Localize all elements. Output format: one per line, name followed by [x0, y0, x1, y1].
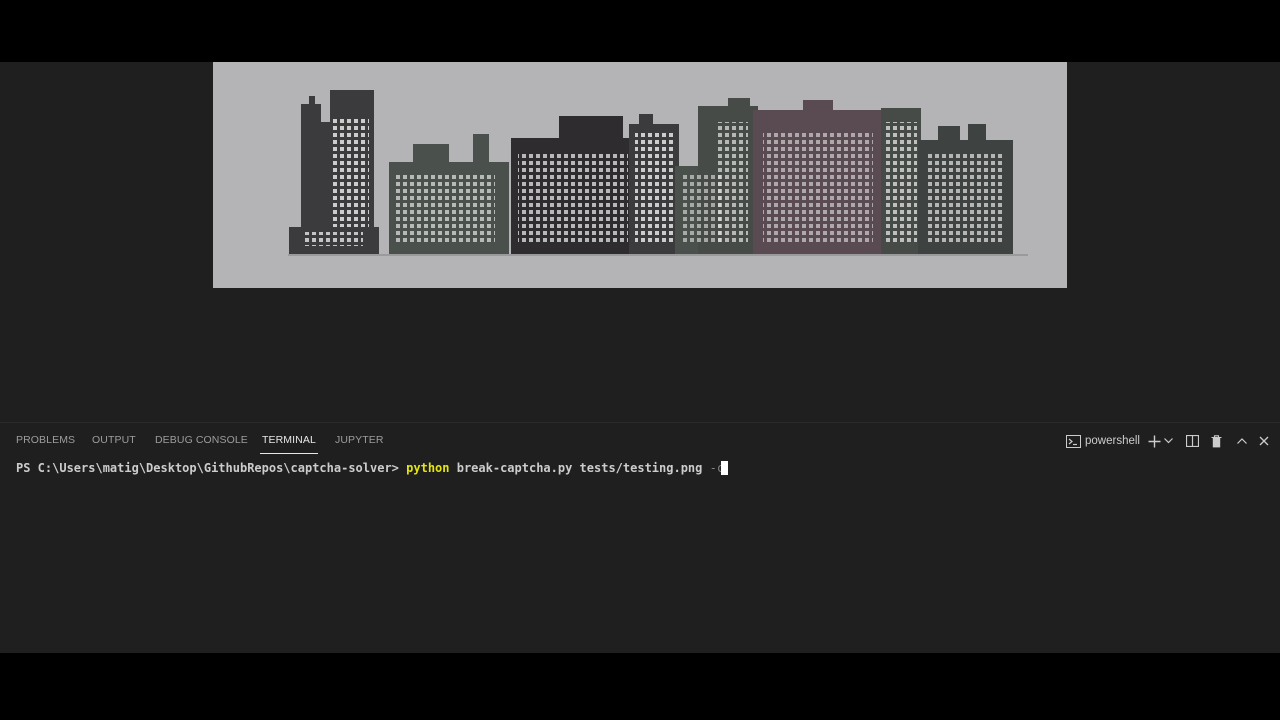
captcha-image-preview [213, 62, 1067, 288]
plus-icon [1148, 435, 1161, 448]
letterbox-top [0, 0, 1280, 62]
letterbox-bottom [0, 653, 1280, 720]
tab-terminal-label: TERMINAL [262, 434, 316, 446]
tab-output[interactable]: OUTPUT [92, 434, 136, 446]
tab-jupyter[interactable]: JUPYTER [335, 434, 384, 446]
terminal-command: python [406, 461, 450, 475]
new-terminal-button[interactable] [1146, 431, 1162, 451]
bottom-panel: PROBLEMS OUTPUT DEBUG CONSOLE TERMINAL J… [0, 422, 1280, 654]
maximize-panel-button[interactable] [1234, 431, 1250, 451]
captcha-image [288, 90, 1028, 256]
skyline-buildings [288, 90, 1028, 256]
terminal-icon [1066, 434, 1081, 448]
terminal-profile-button[interactable]: powershell [1066, 431, 1140, 451]
tab-terminal[interactable]: TERMINAL [260, 434, 318, 454]
terminal-dropdown-button[interactable] [1162, 431, 1174, 451]
split-terminal-button[interactable] [1184, 431, 1200, 451]
tab-debug-console[interactable]: DEBUG CONSOLE [155, 434, 248, 446]
shell-name-label: powershell [1085, 435, 1140, 447]
close-icon [1259, 436, 1269, 446]
terminal-prompt: PS C:\Users\matig\Desktop\GithubRepos\ca… [16, 461, 407, 475]
panel-actions: powershell [1060, 431, 1280, 451]
terminal-args: break-captcha.py tests/testing.png [449, 461, 710, 475]
chevron-up-icon [1237, 438, 1247, 444]
terminal-input-line[interactable]: PS C:\Users\matig\Desktop\GithubRepos\ca… [16, 461, 729, 475]
kill-terminal-button[interactable] [1208, 431, 1224, 451]
split-icon [1185, 435, 1199, 447]
active-tab-underline [260, 453, 318, 454]
chevron-down-icon [1163, 438, 1173, 444]
tab-problems[interactable]: PROBLEMS [16, 434, 75, 446]
close-panel-button[interactable] [1256, 431, 1272, 451]
trash-icon [1211, 434, 1222, 448]
terminal-cursor [721, 461, 729, 475]
